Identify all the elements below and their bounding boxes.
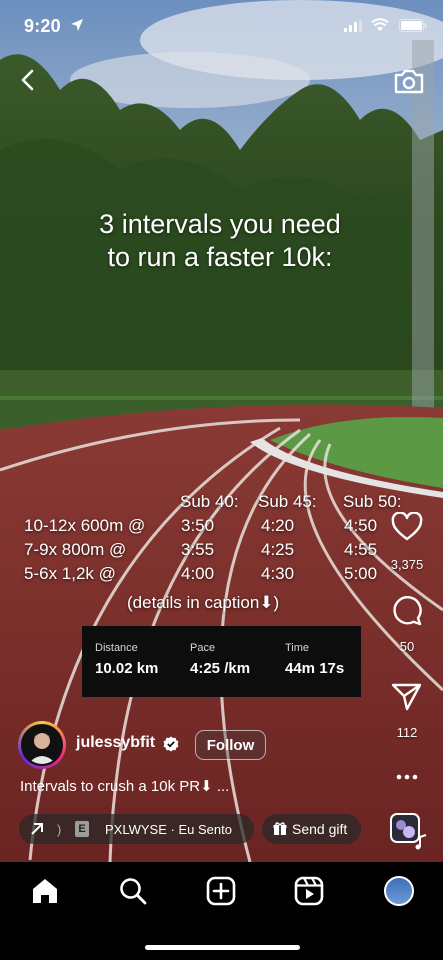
send-gift-button[interactable]: Send gift [262,814,361,844]
home-icon[interactable] [30,876,60,906]
profile-avatar-tab[interactable] [384,876,414,906]
comment-count: 50 [399,639,415,654]
search-icon[interactable] [118,876,148,906]
location-arrow-icon [71,19,83,31]
back-chevron-icon[interactable] [14,66,42,94]
audio-prefix: ) [57,822,62,837]
table-cell: 4:00 [181,564,215,583]
time-value: 44m 17s [285,660,345,677]
status-bar: 9:20 [0,0,443,50]
wifi-icon [371,18,389,31]
headline-line-1: 3 intervals you need [99,209,341,239]
avatar-photo [21,724,63,766]
like-heart-icon[interactable] [391,512,423,542]
table-cell: 4:20 [261,516,295,535]
explicit-badge: E [75,821,89,837]
more-options-icon[interactable] [396,773,418,781]
pace-value: 4:25 /km [190,660,251,677]
table-cell: 4:55 [344,540,378,559]
like-count: 3,375 [390,557,424,572]
audio-track-text: PXLWYSE · Eu Sento [105,822,232,837]
person-icon [28,733,56,764]
table-header-sub50: Sub 50: [343,492,402,511]
author-username[interactable]: julessybfit [76,734,155,752]
table-header-sub40: Sub 40: [180,492,239,511]
video-headline-text: 3 intervals you need to run a faster 10k… [40,208,400,274]
post-caption[interactable]: Intervals to crush a 10k PR⬇ ... [20,777,229,795]
verified-badge-icon [163,736,179,752]
home-indicator[interactable] [145,945,300,950]
status-time: 9:20 [24,16,61,36]
reels-icon[interactable] [294,876,324,906]
run-stats-card: Distance 10.02 km Pace 4:25 /km Time 44m… [82,626,361,697]
gift-icon [273,822,287,835]
arrow-up-right-icon [31,823,43,835]
table-cell: 3:50 [181,516,215,535]
table-cell: 4:25 [261,540,295,559]
audio-thumbnail-icon[interactable] [390,813,428,851]
create-post-icon[interactable] [206,876,236,906]
share-paper-plane-icon[interactable] [391,682,422,712]
send-gift-label: Send gift [292,821,348,837]
table-cell: 5:00 [344,564,378,583]
cellular-signal-icon [344,20,362,32]
follow-button[interactable]: Follow [195,730,266,760]
battery-icon [399,19,427,32]
table-row-label: 5-6x 1,2k @ [24,564,116,583]
distance-value: 10.02 km [95,660,159,677]
table-cell: 3:55 [181,540,215,559]
details-note: (details in caption⬇) [127,593,280,612]
pace-label: Pace [190,642,216,654]
table-cell: 4:50 [344,516,378,535]
table-row-label: 10-12x 600m @ [24,516,146,535]
audio-track-pill[interactable]: ) E PXLWYSE · Eu Sento [19,814,254,844]
distance-label: Distance [95,642,138,654]
time-label: Time [285,642,310,654]
author-avatar[interactable] [18,721,66,769]
table-header-sub45: Sub 45: [258,492,317,511]
camera-icon[interactable] [393,66,425,96]
table-row-label: 7-9x 800m @ [24,540,127,559]
share-count: 112 [396,725,418,740]
table-cell: 4:30 [261,564,295,583]
headline-line-2: to run a faster 10k: [107,242,333,272]
comment-bubble-icon[interactable] [392,596,422,626]
